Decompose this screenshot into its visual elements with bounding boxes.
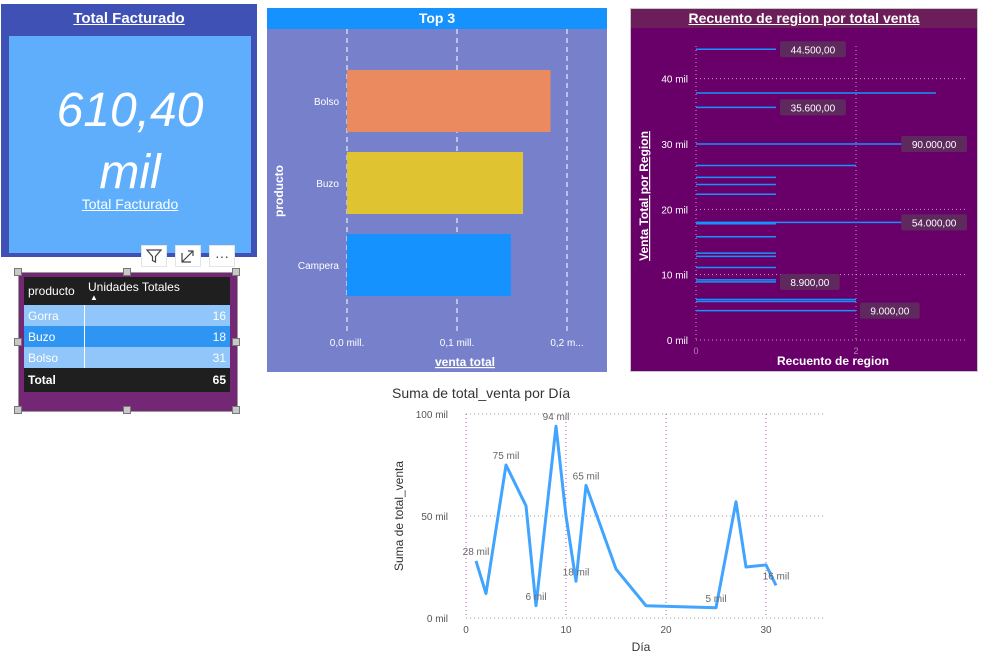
category-label: Bolso (314, 97, 339, 108)
y-tick-label: 30 mil (661, 140, 688, 151)
sort-ascending-icon[interactable]: ▲ (90, 294, 226, 302)
table-total-row: Total 65 (24, 368, 230, 392)
resize-handle-tr[interactable] (232, 268, 240, 276)
cell-unidades: 31 (84, 347, 230, 368)
kpi-title: Total Facturado (73, 10, 185, 27)
data-label: 9.000,00 (870, 307, 909, 318)
data-label: 5 mil (705, 594, 726, 605)
x-tick-label: 0,0 mill. (330, 338, 364, 349)
units-table: producto Unidades Totales ▲ Gorra 16 Buzo… (24, 277, 230, 392)
x-tick-label: 10 (560, 625, 572, 636)
x-axis-title: Día (632, 640, 651, 654)
x-axis-title: venta total (435, 355, 495, 369)
y-tick-label: 0 mil (667, 336, 688, 347)
column-header-unidades[interactable]: Unidades Totales ▲ (84, 277, 230, 305)
top3-chart-visual[interactable]: Top 3 0,0 mill. 0,1 mill. 0,2 m... Bolso Buz… (267, 8, 607, 372)
data-label: 44.500,00 (791, 45, 836, 56)
daily-sales-line-chart[interactable]: Suma de total_venta por Día 0 mil 50 mil 10… (385, 378, 835, 655)
x-tick-label: 30 (760, 625, 772, 636)
region-chart-title: Recuento de region por total venta (631, 9, 977, 28)
total-value: 65 (84, 368, 230, 392)
y-tick-label: 100 mil (416, 410, 448, 421)
x-axis-title: Recuento de region (777, 354, 889, 368)
bar[interactable] (347, 70, 551, 132)
data-label: 18 mil (563, 567, 590, 578)
x-tick-label: 0 (693, 346, 698, 356)
cell-producto: Bolso (24, 347, 85, 368)
bar[interactable] (347, 234, 511, 296)
cell-unidades: 18 (84, 326, 230, 347)
x-tick-label: 20 (660, 625, 672, 636)
x-tick-label: 0 (463, 625, 469, 636)
region-chart-visual[interactable]: Recuento de region por total venta 0 mil… (630, 8, 978, 372)
top3-chart-svg: 0,0 mill. 0,1 mill. 0,2 m... Bolso Buzo Campe… (272, 29, 584, 369)
filter-icon[interactable] (141, 245, 167, 267)
cell-producto: Buzo (24, 326, 85, 347)
column-header-label: Unidades Totales (88, 280, 180, 294)
data-label: 8.900,00 (790, 278, 829, 289)
resize-handle-b[interactable] (123, 406, 131, 414)
cell-unidades: 16 (84, 305, 230, 326)
data-label: 65 mil (573, 471, 600, 482)
kpi-subtitle: Total Facturado (81, 196, 179, 212)
data-label: 35.600,00 (791, 103, 836, 114)
kpi-value: 610,40 mil (9, 80, 251, 204)
resize-handle-r[interactable] (232, 338, 240, 346)
more-options-icon[interactable]: ··· (209, 245, 235, 267)
total-label: Total (24, 368, 84, 392)
table-row[interactable]: Bolso 31 (24, 347, 230, 368)
focus-mode-icon[interactable] (175, 245, 201, 267)
data-label: 28 mil (463, 547, 490, 558)
table-row[interactable]: Buzo 18 (24, 326, 230, 347)
y-tick-label: 0 mil (427, 614, 448, 625)
kpi-card[interactable]: Total Facturado 610,40 mil Total Factura… (1, 4, 257, 257)
column-header-label: producto (28, 284, 75, 298)
cell-producto: Gorra (24, 305, 85, 326)
data-label: 54.000,00 (912, 218, 957, 229)
resize-handle-t[interactable] (123, 268, 131, 276)
resize-handle-bl[interactable] (14, 406, 22, 414)
category-label: Campera (298, 261, 340, 272)
data-label: 94 mil (543, 412, 570, 423)
kpi-card-body: 610,40 mil Total Facturado (9, 36, 251, 253)
y-axis-title: Suma de total_venta (392, 461, 406, 571)
data-label: 75 mil (493, 451, 520, 462)
data-label: 6 mil (525, 592, 546, 603)
table-header-row: producto Unidades Totales ▲ (24, 277, 230, 305)
resize-handle-l[interactable] (14, 338, 22, 346)
kpi-value-unit: mil (99, 146, 161, 199)
y-tick-label: 40 mil (661, 75, 688, 86)
units-table-visual[interactable]: producto Unidades Totales ▲ Gorra 16 Buzo… (14, 268, 240, 414)
y-axis-title: Venta Total por Region (637, 131, 651, 261)
resize-handle-tl[interactable] (14, 268, 22, 276)
chart-title: Suma de total_venta por Día (392, 385, 570, 401)
bar[interactable] (347, 152, 523, 214)
resize-handle-br[interactable] (232, 406, 240, 414)
y-axis-title: producto (272, 165, 286, 217)
data-label: 90.000,00 (912, 140, 957, 151)
region-chart-svg: 0 mil10 mil20 mil30 mil40 mil0 244.500,00… (637, 41, 967, 368)
x-tick-label: 0,2 m... (550, 338, 583, 349)
category-label: Buzo (316, 179, 339, 190)
x-tick-label: 0,1 mill. (440, 338, 474, 349)
top3-chart-title: Top 3 (267, 8, 607, 29)
series-line[interactable] (474, 424, 778, 610)
table-row[interactable]: Gorra 16 (24, 305, 230, 326)
column-header-producto[interactable]: producto (24, 277, 84, 305)
y-tick-label: 50 mil (421, 512, 448, 523)
kpi-value-number: 610,40 (56, 84, 204, 137)
y-tick-label: 20 mil (661, 205, 688, 216)
y-tick-label: 10 mil (661, 271, 688, 282)
data-label: 16 mil (763, 571, 790, 582)
